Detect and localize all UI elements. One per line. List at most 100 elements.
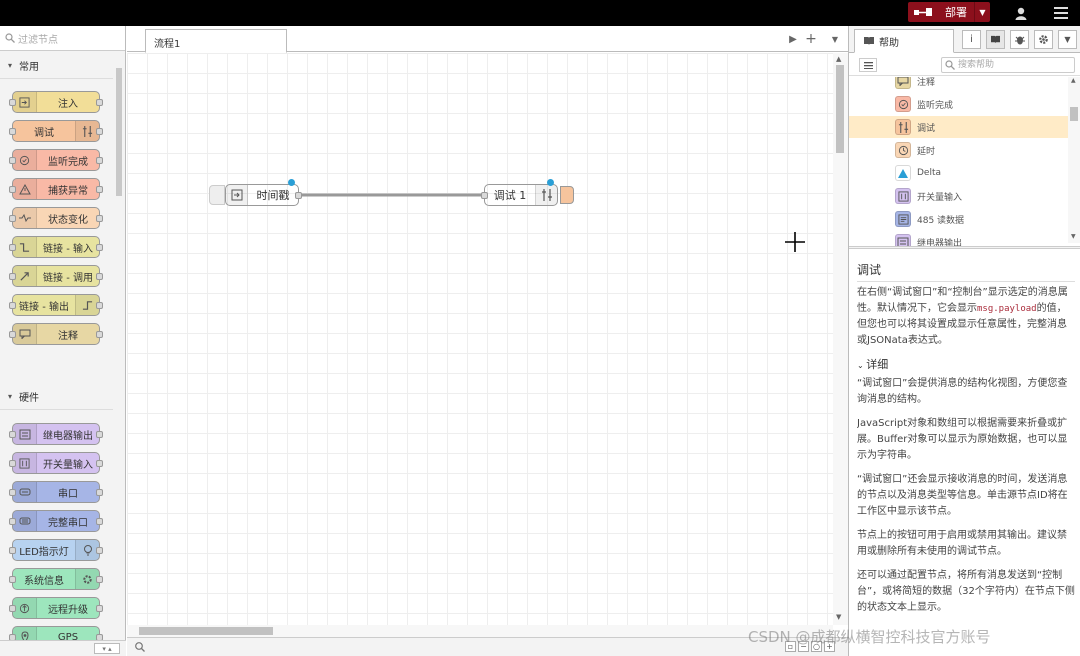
palette-node-label: 状态变化 — [48, 214, 88, 226]
upgrade-icon — [13, 598, 37, 618]
output-port[interactable] — [295, 192, 302, 199]
search-flow-icon[interactable] — [133, 641, 147, 653]
palette-node[interactable]: 监听完成 — [9, 149, 103, 171]
list-toggle-icon[interactable] — [859, 58, 877, 72]
palette-node[interactable]: 调试 — [9, 120, 103, 142]
input-port — [9, 605, 16, 612]
delta-icon — [895, 165, 911, 181]
workspace-tabbar: 流程1 ▶ + ▼ — [127, 26, 848, 53]
relay-icon — [13, 424, 37, 444]
deploy-caret-icon[interactable]: ▼ — [974, 2, 990, 22]
scrollbar-thumb[interactable] — [116, 68, 122, 196]
input-port — [9, 186, 16, 193]
debug-toggle-button[interactable] — [560, 186, 574, 204]
input-port — [9, 128, 16, 135]
palette-node[interactable]: LED指示灯 — [9, 539, 103, 561]
palette-node[interactable]: 继电器输出 — [9, 423, 103, 445]
output-port — [96, 302, 103, 309]
palette-node[interactable]: 注入 — [9, 91, 103, 113]
palette-node[interactable]: 捕获异常 — [9, 178, 103, 200]
scroll-up-icon[interactable]: ▲ — [836, 55, 841, 63]
help-list-label: 延时 — [917, 146, 936, 157]
flow-node-label: 调试 1 — [493, 189, 527, 202]
palette-node[interactable]: 链接 - 调用 — [9, 265, 103, 287]
scrollbar-thumb[interactable] — [1070, 107, 1078, 121]
palette-node-label: 链接 - 输入 — [43, 243, 93, 255]
help-list-item[interactable]: 继电器输出 — [849, 231, 1068, 247]
category-label: 常用 — [19, 62, 40, 73]
scrollbar-thumb[interactable] — [139, 627, 273, 635]
debug-icon — [535, 185, 557, 205]
rs485-icon — [895, 211, 911, 227]
deploy-button[interactable]: 部署 ▼ — [908, 2, 990, 22]
palette-node[interactable]: 开关量输入 — [9, 452, 103, 474]
scrollbar-thumb[interactable] — [836, 65, 844, 153]
palette-node[interactable]: 链接 - 输入 — [9, 236, 103, 258]
palette-scrollbar[interactable] — [114, 64, 124, 644]
scroll-down-icon[interactable]: ▼ — [1071, 233, 1076, 240]
inject-trigger-button[interactable] — [209, 185, 225, 205]
palette-node-label: 注入 — [58, 98, 78, 110]
flow-canvas[interactable]: 时间戳 调试 1 — [127, 53, 835, 625]
canvas-horizontal-scrollbar[interactable] — [127, 625, 833, 637]
help-list-item[interactable]: 调试 — [849, 116, 1068, 138]
flow-node-debug-1[interactable]: 调试 1 — [481, 184, 558, 206]
palette-node[interactable]: 状态变化 — [9, 207, 103, 229]
details-section-toggle[interactable]: ⌄ 详细 — [857, 357, 1075, 374]
palette-node[interactable]: 完整串口 — [9, 510, 103, 532]
palette-node[interactable]: 系统信息 — [9, 568, 103, 590]
input-port — [9, 273, 16, 280]
clock-icon — [895, 142, 911, 158]
user-icon[interactable] — [1008, 3, 1034, 23]
search-icon — [945, 60, 955, 70]
output-port — [96, 576, 103, 583]
help-list-item[interactable]: Delta — [849, 162, 1068, 184]
category-common[interactable]: ▾ 常用 — [0, 53, 113, 79]
help-list-item[interactable]: 延时 — [849, 139, 1068, 161]
input-port — [9, 576, 16, 583]
help-list-scrollbar[interactable]: ▲ ▼ — [1068, 77, 1080, 243]
sidebar-splitter[interactable] — [849, 246, 1080, 249]
chevron-down-icon: ⌄ — [857, 361, 867, 370]
palette-node[interactable]: 注释 — [9, 323, 103, 345]
help-book-icon[interactable] — [986, 30, 1005, 49]
menu-icon[interactable] — [1048, 3, 1074, 23]
palette-node[interactable]: 串口 — [9, 481, 103, 503]
bug-icon[interactable] — [1010, 30, 1029, 49]
scroll-up-icon[interactable]: ▲ — [1071, 77, 1076, 84]
tab-help[interactable]: 帮助 — [854, 29, 954, 53]
watermark: CSDN @成都纵横智控科技官方账号 — [748, 628, 991, 646]
input-port[interactable] — [481, 192, 488, 199]
chevron-down-icon: ▾ — [8, 392, 13, 401]
help-list-item[interactable]: 监听完成 — [849, 93, 1068, 115]
output-port — [96, 273, 103, 280]
workspace-footer: ▫ − ○ + — [127, 637, 848, 656]
help-list-item[interactable]: 485 读数据 — [849, 208, 1068, 230]
palette-node[interactable]: 远程升级 — [9, 597, 103, 619]
tab-list-menu-icon[interactable]: ▼ — [827, 31, 843, 47]
palette-node-label: 捕获异常 — [48, 185, 88, 197]
help-paragraph: JavaScript对象和数组可以根据需要来折叠或扩展。Buffer对象可以显示… — [857, 418, 1068, 461]
tab-flow1[interactable]: 流程1 — [145, 29, 287, 53]
input-port — [9, 244, 16, 251]
info-icon[interactable]: i — [962, 30, 981, 49]
help-list-label: 监听完成 — [917, 100, 954, 111]
category-hardware[interactable]: ▾ 硬件 — [0, 384, 113, 410]
flow-node-timestamp[interactable]: 时间戳 — [225, 184, 302, 206]
palette-node[interactable]: 链接 - 输出 — [9, 294, 103, 316]
search-icon — [5, 33, 15, 43]
sidebar-menu-caret-icon[interactable]: ▼ — [1058, 30, 1077, 49]
gear-icon[interactable] — [1034, 30, 1053, 49]
output-port — [96, 128, 103, 135]
help-list-label: 开关量输入 — [917, 192, 963, 203]
help-search-input[interactable]: 搜索帮助 — [941, 57, 1075, 73]
add-tab-icon[interactable]: + — [803, 31, 819, 47]
tab-scroll-right-icon[interactable]: ▶ — [785, 31, 801, 47]
collapse-all-button[interactable]: ▾ ▴ — [94, 643, 120, 654]
scroll-down-icon[interactable]: ▼ — [836, 613, 841, 621]
help-list-item[interactable]: 开关量输入 — [849, 185, 1068, 207]
canvas-vertical-scrollbar[interactable]: ▲ ▼ — [833, 53, 848, 625]
palette-search-input[interactable]: 过滤节点 — [0, 26, 125, 51]
help-list-item[interactable]: 注释 — [849, 77, 1068, 92]
output-port — [96, 331, 103, 338]
